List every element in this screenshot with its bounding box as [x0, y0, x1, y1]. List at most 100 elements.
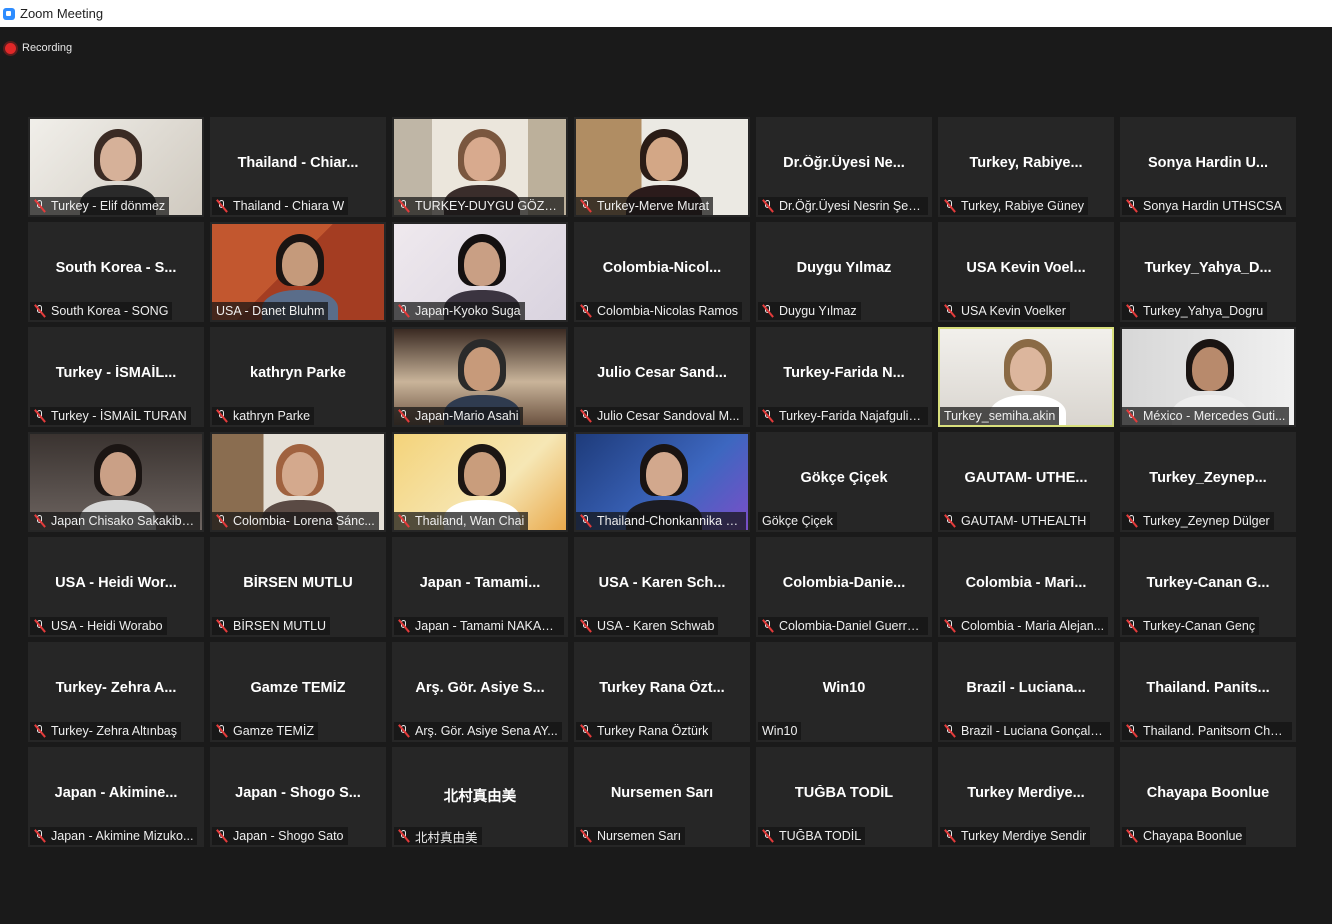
participant-tile[interactable]: Brazil - Luciana... Brazil - Luciana Gonç… — [938, 642, 1114, 742]
participant-name-label: Japan-Kyoko Suga — [394, 302, 525, 320]
mic-muted-icon — [761, 304, 775, 318]
participant-name-label: Colombia- Lorena Sánc... — [212, 512, 379, 530]
participant-name-label: Japan - Tamami NAKAU... — [394, 617, 564, 635]
participant-tile[interactable]: Turkey Rana Özt... Turkey Rana Öztürk — [574, 642, 750, 742]
participant-tile[interactable]: USA Kevin Voel... USA Kevin Voelker — [938, 222, 1114, 322]
participant-name-large: Turkey Merdiye... — [967, 785, 1085, 801]
participant-name-large: TUĞBA TODİL — [794, 785, 894, 801]
participant-name-large: Dr.Öğr.Üyesi Ne... — [783, 155, 905, 171]
participant-tile[interactable]: Turkey - Elif dönmez — [28, 117, 204, 217]
participant-name: Turkey, Rabiye Güney — [961, 199, 1084, 213]
recording-indicator[interactable]: Recording — [0, 37, 72, 59]
participant-tile[interactable]: Chayapa Boonlue Chayapa Boonlue — [1120, 747, 1296, 847]
participant-tile[interactable]: Turkey Merdiye... Turkey Merdiye Sendir — [938, 747, 1114, 847]
participant-name: Japan - Shogo Sato — [233, 829, 344, 843]
mic-muted-icon — [943, 514, 957, 528]
participant-tile[interactable]: Gökçe Çiçek Gökçe Çiçek — [756, 432, 932, 532]
participant-tile[interactable]: Win10 Win10 — [756, 642, 932, 742]
participant-name-label: Brazil - Luciana Gonçalves — [940, 722, 1110, 740]
participant-tile[interactable]: Arş. Gör. Asiye S... Arş. Gör. Asiye Sena… — [392, 642, 568, 742]
participant-name-large: Win10 — [822, 680, 866, 696]
participant-tile[interactable]: Thailand. Panits... Thailand. Panitsorn C… — [1120, 642, 1296, 742]
participant-name-label: Japan - Shogo Sato — [212, 827, 348, 845]
participant-tile[interactable]: Japan - Tamami... Japan - Tamami NAKAU... — [392, 537, 568, 637]
participant-name-label: Turkey-Farida Najafguliy... — [758, 407, 928, 425]
participant-tile[interactable]: South Korea - S... South Korea - SONG — [28, 222, 204, 322]
participant-tile[interactable]: México - Mercedes Guti... — [1120, 327, 1296, 427]
participant-name-large: Duygu Yılmaz — [796, 260, 892, 276]
participant-tile[interactable]: Colombia- Lorena Sánc... — [210, 432, 386, 532]
participant-name-label: USA Kevin Voelker — [940, 302, 1070, 320]
participant-tile[interactable]: TUĞBA TODİL TUĞBA TODİL — [756, 747, 932, 847]
participant-tile[interactable]: Turkey, Rabiye... Turkey, Rabiye Güney — [938, 117, 1114, 217]
participant-tile[interactable]: Colombia - Mari... Colombia - Maria Aleja… — [938, 537, 1114, 637]
participant-tile[interactable]: Turkey_Zeynep... Turkey_Zeynep Dülger — [1120, 432, 1296, 532]
participant-tile[interactable]: Gamze TEMİZ Gamze TEMİZ — [210, 642, 386, 742]
participant-tile[interactable]: Colombia-Danie... Colombia-Daniel Guerre.… — [756, 537, 932, 637]
mic-muted-icon — [33, 199, 47, 213]
participant-tile[interactable]: Turkey_semiha.akin — [938, 327, 1114, 427]
participant-tile[interactable]: Japan-Mario Asahi — [392, 327, 568, 427]
mic-muted-icon — [397, 409, 411, 423]
mic-muted-icon — [215, 199, 229, 213]
participant-name-label: Thailand, Wan Chai — [394, 512, 529, 530]
participant-tile[interactable]: 北村真由美 北村真由美 — [392, 747, 568, 847]
participant-name-large: South Korea - S... — [55, 260, 177, 276]
participant-tile[interactable]: Dr.Öğr.Üyesi Ne... Dr.Öğr.Üyesi Nesrin Şe… — [756, 117, 932, 217]
participant-tile[interactable]: Nursemen Sarı Nursemen Sarı — [574, 747, 750, 847]
mic-muted-icon — [215, 409, 229, 423]
participant-tile[interactable]: Colombia-Nicol... Colombia-Nicolas Ramos — [574, 222, 750, 322]
participant-tile[interactable]: Turkey-Merve Murat — [574, 117, 750, 217]
participant-name: Japan - Akimine Mizuko... — [51, 829, 194, 843]
participant-name-label: Turkey - Elif dönmez — [30, 197, 170, 215]
participant-tile[interactable]: Thailand - Chiar... Thailand - Chiara W — [210, 117, 386, 217]
mic-muted-icon — [33, 829, 47, 843]
mic-muted-icon — [215, 619, 229, 633]
participant-tile[interactable]: Japan - Shogo S... Japan - Shogo Sato — [210, 747, 386, 847]
participant-tile[interactable]: GAUTAM- UTHE... GAUTAM- UTHEALTH — [938, 432, 1114, 532]
participant-tile[interactable]: USA - Danet Bluhm — [210, 222, 386, 322]
participant-tile[interactable]: Turkey- Zehra A... Turkey- Zehra Altınbaş — [28, 642, 204, 742]
mic-muted-icon — [761, 409, 775, 423]
participant-name: Sonya Hardin UTHSCSA — [1143, 199, 1282, 213]
window-title: Zoom Meeting — [20, 6, 104, 21]
participant-name-large: Brazil - Luciana... — [966, 680, 1086, 696]
participant-name: Duygu Yılmaz — [779, 304, 857, 318]
participant-tile[interactable]: Japan - Akimine... Japan - Akimine Mizuko… — [28, 747, 204, 847]
participant-name: Turkey Merdiye Sendir — [961, 829, 1087, 843]
participant-tile[interactable]: BİRSEN MUTLU BİRSEN MUTLU — [210, 537, 386, 637]
participant-tile[interactable]: Turkey-Canan G... Turkey-Canan Genç — [1120, 537, 1296, 637]
mic-muted-icon — [33, 724, 47, 738]
participant-tile[interactable]: Japan-Kyoko Suga — [392, 222, 568, 322]
participant-name-label: Thailand. Panitsorn Char... — [1122, 722, 1292, 740]
participant-tile[interactable]: Turkey_Yahya_D... Turkey_Yahya_Dogru — [1120, 222, 1296, 322]
participant-name: TURKEY-DUYGU GÖZEN — [415, 199, 560, 213]
participant-tile[interactable]: Sonya Hardin U... Sonya Hardin UTHSCSA — [1120, 117, 1296, 217]
mic-muted-icon — [943, 199, 957, 213]
participant-tile[interactable]: TURKEY-DUYGU GÖZEN — [392, 117, 568, 217]
participant-tile[interactable]: Julio Cesar Sand... Julio Cesar Sandoval … — [574, 327, 750, 427]
recording-label: Recording — [22, 42, 73, 54]
participant-name-large: Turkey- Zehra A... — [55, 680, 177, 696]
participant-name-large: BİRSEN MUTLU — [243, 575, 353, 591]
participant-tile[interactable]: Turkey - İSMAİL... Turkey - İSMAİL TURAN — [28, 327, 204, 427]
participant-name: Colombia - Maria Alejan... — [961, 619, 1105, 633]
participant-name-label: Turkey, Rabiye Güney — [940, 197, 1088, 215]
mic-muted-icon — [397, 619, 411, 633]
participant-tile[interactable]: kathryn Parke kathryn Parke — [210, 327, 386, 427]
participant-name: México - Mercedes Guti... — [1143, 409, 1286, 423]
participant-tile[interactable]: Thailand, Wan Chai — [392, 432, 568, 532]
participant-tile[interactable]: Duygu Yılmaz Duygu Yılmaz — [756, 222, 932, 322]
participant-tile[interactable]: USA - Heidi Wor... USA - Heidi Worabo — [28, 537, 204, 637]
participant-tile[interactable]: Japan Chisako Sakakiba... — [28, 432, 204, 532]
participant-name-label: TURKEY-DUYGU GÖZEN — [394, 197, 564, 215]
participant-tile[interactable]: Thailand-Chonkannika N... — [574, 432, 750, 532]
participant-name: Turkey - Elif dönmez — [51, 199, 166, 213]
participant-name-large: Sonya Hardin U... — [1147, 155, 1269, 171]
mic-muted-icon — [761, 199, 775, 213]
participant-tile[interactable]: Turkey-Farida N... Turkey-Farida Najafgul… — [756, 327, 932, 427]
participant-name: Japan-Kyoko Suga — [415, 304, 521, 318]
participant-name-large: Turkey-Canan G... — [1146, 575, 1270, 591]
mic-muted-icon — [33, 304, 47, 318]
participant-tile[interactable]: USA - Karen Sch... USA - Karen Schwab — [574, 537, 750, 637]
